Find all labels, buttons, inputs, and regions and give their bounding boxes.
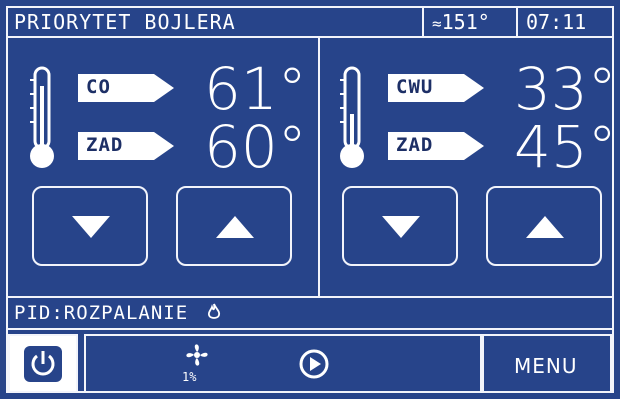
co-set-tag: ZAD <box>78 132 178 160</box>
co-temperature: 61° <box>204 55 307 123</box>
panel-divider <box>318 38 320 296</box>
header-divider <box>8 36 612 38</box>
cwu-temperature: 33° <box>514 55 617 123</box>
outdoor-temp: 151° <box>441 10 490 34</box>
co-set-tag-label: ZAD <box>86 134 124 156</box>
flame-icon <box>207 303 220 319</box>
mode-title: PRIORYTET BOJLERA <box>14 10 236 34</box>
cwu-tag: CWU <box>388 74 488 102</box>
co-tag-label: CO <box>86 76 111 98</box>
header-bar: PRIORYTET BOJLERA ≈151° 07:11 <box>8 8 612 36</box>
cwu-tag-label: CWU <box>396 76 434 98</box>
controller-screen: PRIORYTET BOJLERA ≈151° 07:11 CO 61° ZAD… <box>0 0 620 399</box>
arrow-down-icon <box>72 216 110 238</box>
cwu-increase-button[interactable] <box>486 186 602 266</box>
burner-status-panel: 1% <box>84 334 482 393</box>
cwu-set-temperature: 45° <box>514 113 617 181</box>
arrow-down-icon <box>382 216 420 238</box>
arrow-up-icon <box>216 216 254 238</box>
clock-box: 07:11 <box>516 8 612 36</box>
cwu-decrease-button[interactable] <box>342 186 458 266</box>
thermometer-icon <box>340 66 364 168</box>
status-divider-top <box>8 296 612 298</box>
clock-time: 07:11 <box>526 10 587 34</box>
power-icon <box>24 346 62 382</box>
menu-label: MENU <box>514 354 578 378</box>
status-divider-bottom <box>8 328 612 330</box>
power-button[interactable] <box>8 334 78 393</box>
thermometer-icon <box>30 66 54 168</box>
co-set-temperature: 60° <box>204 113 307 181</box>
fan-icon <box>186 344 208 366</box>
outdoor-temp-box: ≈151° <box>422 8 516 36</box>
cwu-set-tag: ZAD <box>388 132 488 160</box>
link-icon: ≈ <box>432 14 442 33</box>
menu-button[interactable]: MENU <box>482 334 612 393</box>
cwu-set-tag-label: ZAD <box>396 134 434 156</box>
co-tag: CO <box>78 74 178 102</box>
status-text: PID:ROZPALANIE <box>14 302 189 324</box>
status-line: PID:ROZPALANIE <box>14 302 221 324</box>
fan-percent: 1% <box>182 370 197 384</box>
co-increase-button[interactable] <box>176 186 292 266</box>
co-decrease-button[interactable] <box>32 186 148 266</box>
arrow-up-icon <box>526 216 564 238</box>
play-icon <box>299 349 329 379</box>
